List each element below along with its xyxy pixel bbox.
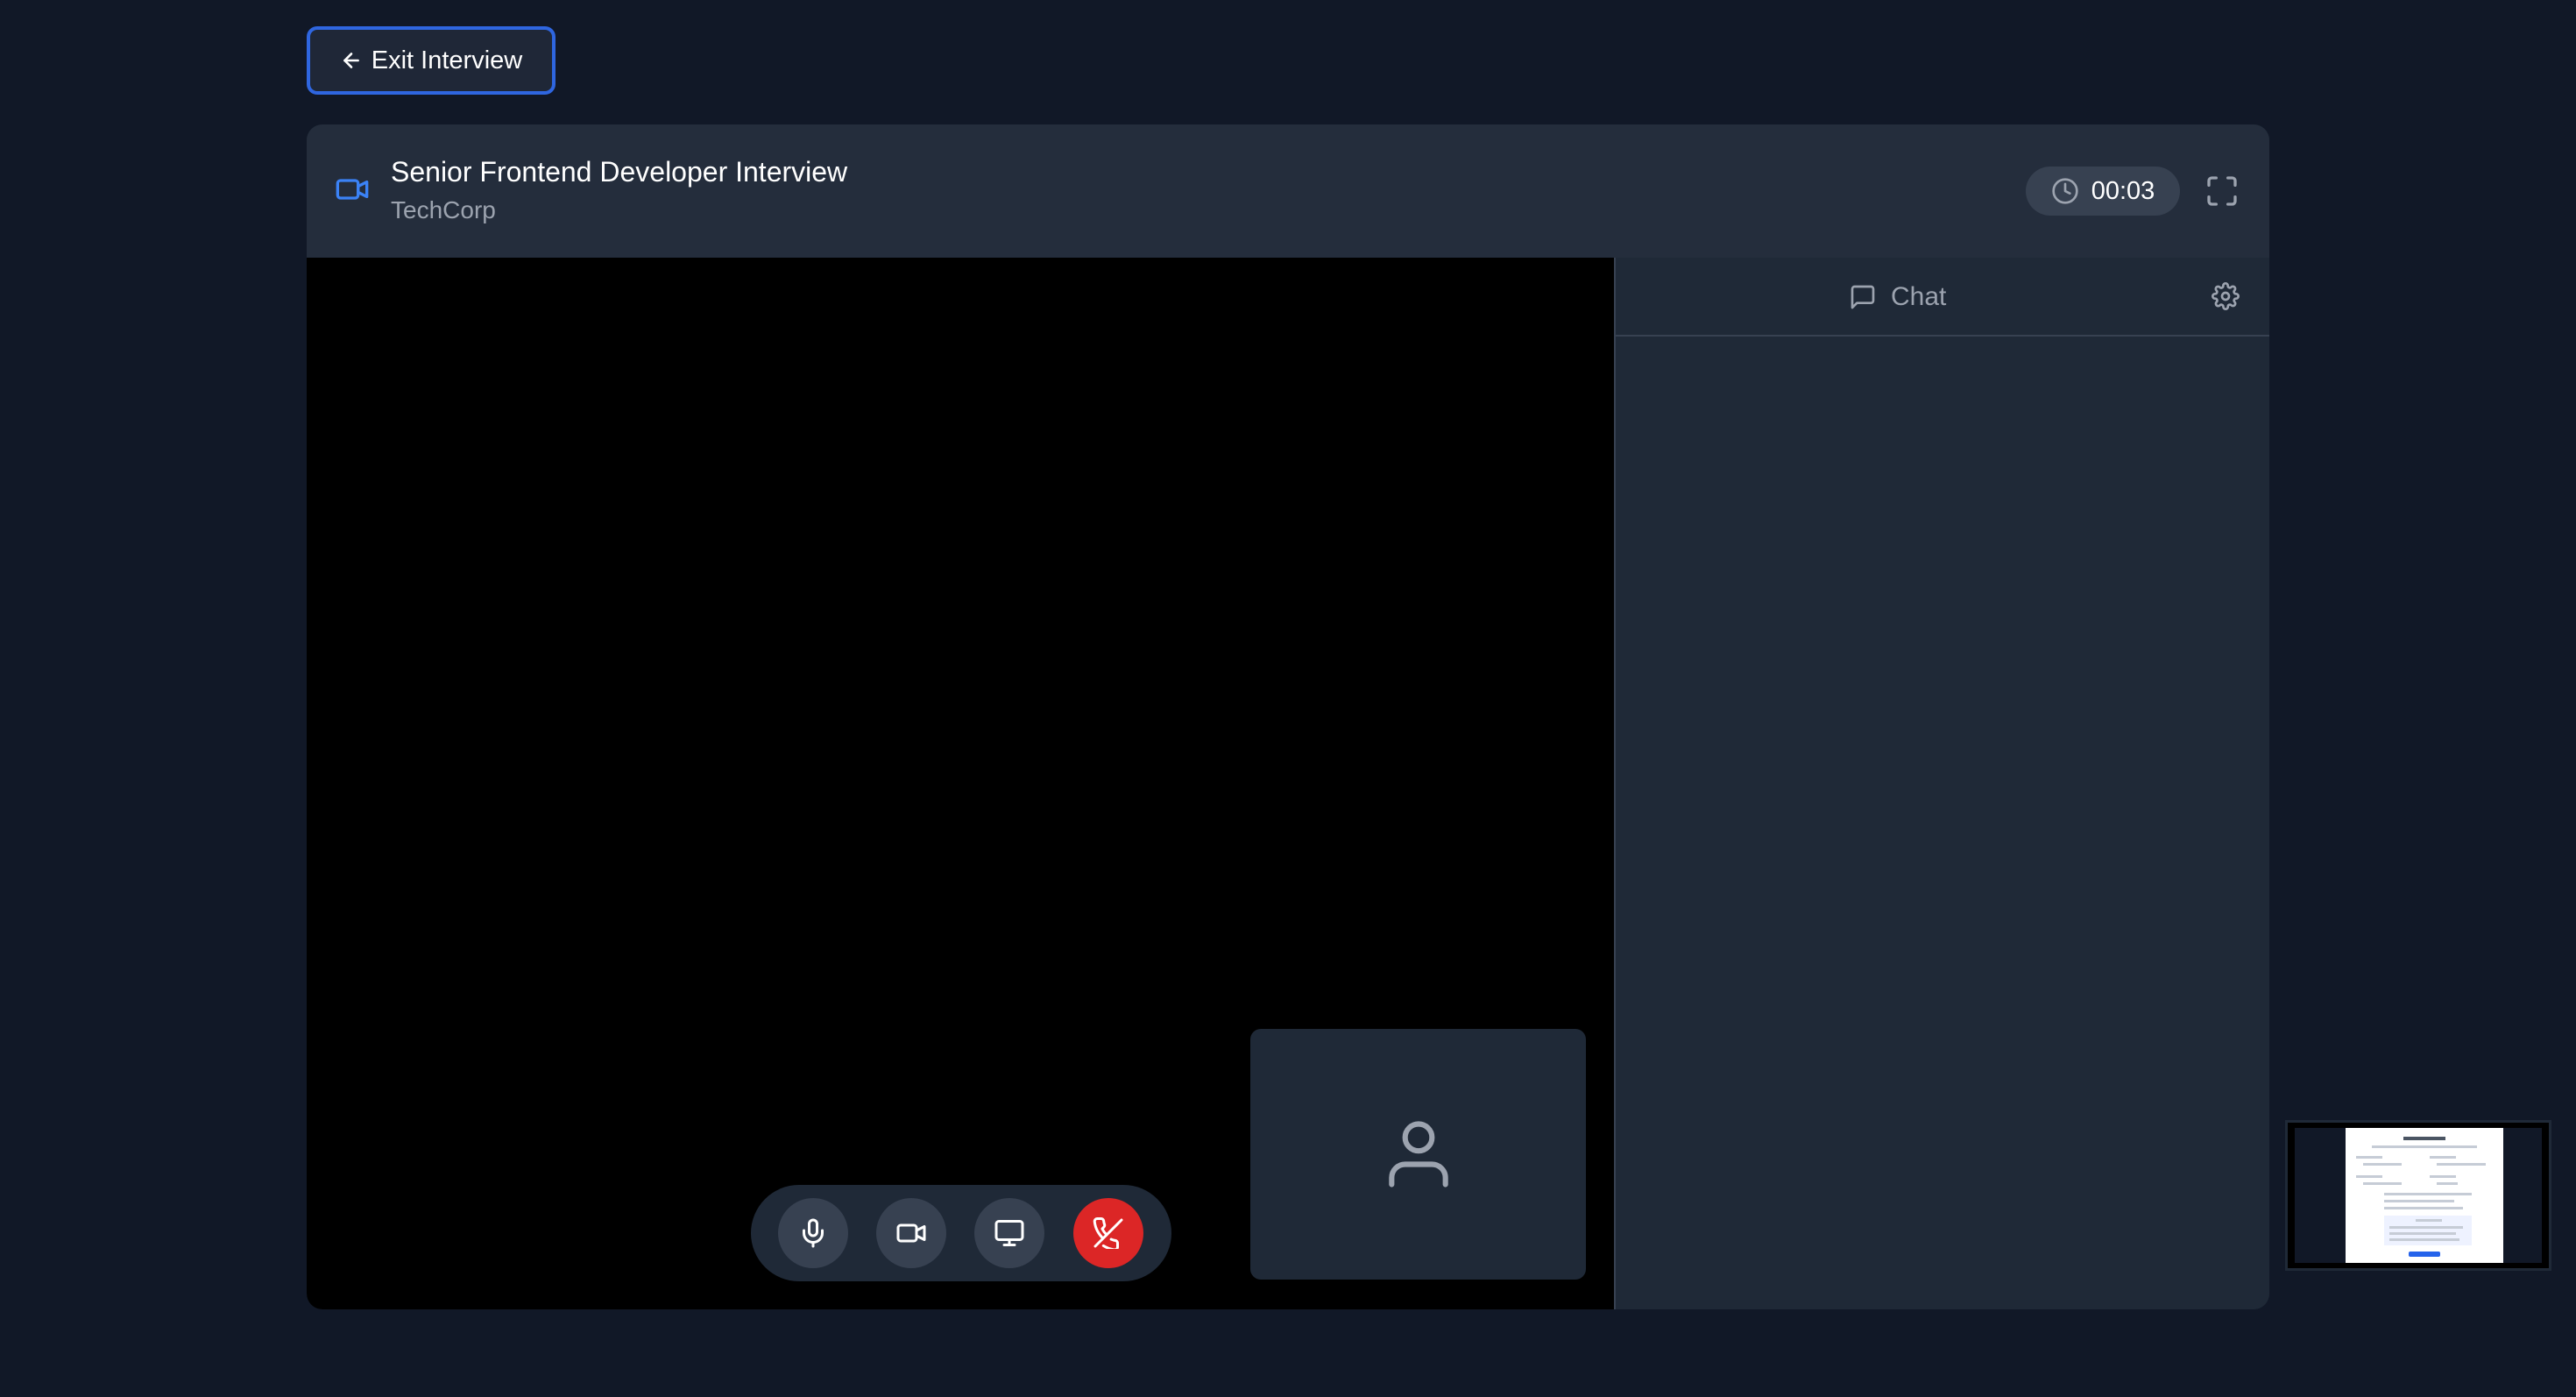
timer-value: 00:03 <box>2091 176 2155 205</box>
monitor-icon <box>994 1220 1024 1246</box>
thumbnail-line <box>2363 1182 2402 1185</box>
phone-off-icon <box>1093 1217 1123 1249</box>
thumbnail-line <box>2430 1156 2456 1159</box>
clock-icon <box>2052 178 2078 204</box>
chat-panel: Chat <box>1614 258 2269 1309</box>
thumbnail-page <box>2346 1128 2503 1263</box>
exit-interview-button[interactable]: Exit Interview <box>307 26 556 95</box>
exit-interview-label: Exit Interview <box>371 46 523 74</box>
remote-video <box>307 258 1614 1309</box>
preview-thumbnail[interactable] <box>2285 1120 2551 1271</box>
thumbnail-line <box>2356 1156 2382 1159</box>
arrow-left-icon <box>343 53 359 68</box>
screen-share-button[interactable] <box>974 1198 1044 1268</box>
interview-title: Senior Frontend Developer Interview <box>391 156 848 188</box>
thumbnail-line <box>2384 1200 2454 1202</box>
thumbnail-line <box>2384 1207 2463 1209</box>
chat-header: Chat <box>1616 258 2269 337</box>
end-call-button[interactable] <box>1073 1198 1143 1268</box>
thumbnail-line <box>2389 1232 2456 1235</box>
thumbnail-line <box>2437 1182 2458 1185</box>
thumbnail-viewport <box>2295 1128 2542 1263</box>
thumbnail-button <box>2409 1252 2440 1257</box>
microphone-button[interactable] <box>778 1198 848 1268</box>
microphone-icon <box>803 1218 824 1248</box>
user-icon <box>1388 1121 1448 1188</box>
company-name: TechCorp <box>391 196 496 223</box>
thumbnail-line <box>2356 1175 2382 1178</box>
camera-button[interactable] <box>876 1198 946 1268</box>
thumbnail-line <box>2372 1145 2477 1148</box>
message-icon <box>1851 285 1875 309</box>
video-camera-icon <box>336 179 369 200</box>
fullscreen-icon[interactable] <box>2204 174 2240 209</box>
chat-tab-label: Chat <box>1891 282 1947 311</box>
video-camera-icon <box>896 1223 926 1243</box>
thumbnail-line <box>2430 1175 2456 1178</box>
thumbnail-line <box>2363 1163 2402 1166</box>
interview-header: Senior Frontend Developer Interview Tech… <box>307 124 2269 258</box>
thumbnail-line <box>2389 1238 2459 1241</box>
thumbnail-line <box>2389 1226 2463 1229</box>
call-controls <box>751 1185 1171 1281</box>
interview-card: Senior Frontend Developer Interview Tech… <box>307 124 2269 1309</box>
tab-chat[interactable]: Chat <box>1849 282 1946 312</box>
thumbnail-line <box>2416 1219 2442 1222</box>
thumbnail-line <box>2384 1193 2472 1195</box>
timer-badge: 00:03 <box>2026 167 2180 216</box>
self-view-tile <box>1250 1029 1586 1280</box>
settings-gear-icon[interactable] <box>2212 282 2240 310</box>
thumbnail-title-line <box>2403 1137 2445 1140</box>
thumbnail-line <box>2437 1163 2486 1166</box>
